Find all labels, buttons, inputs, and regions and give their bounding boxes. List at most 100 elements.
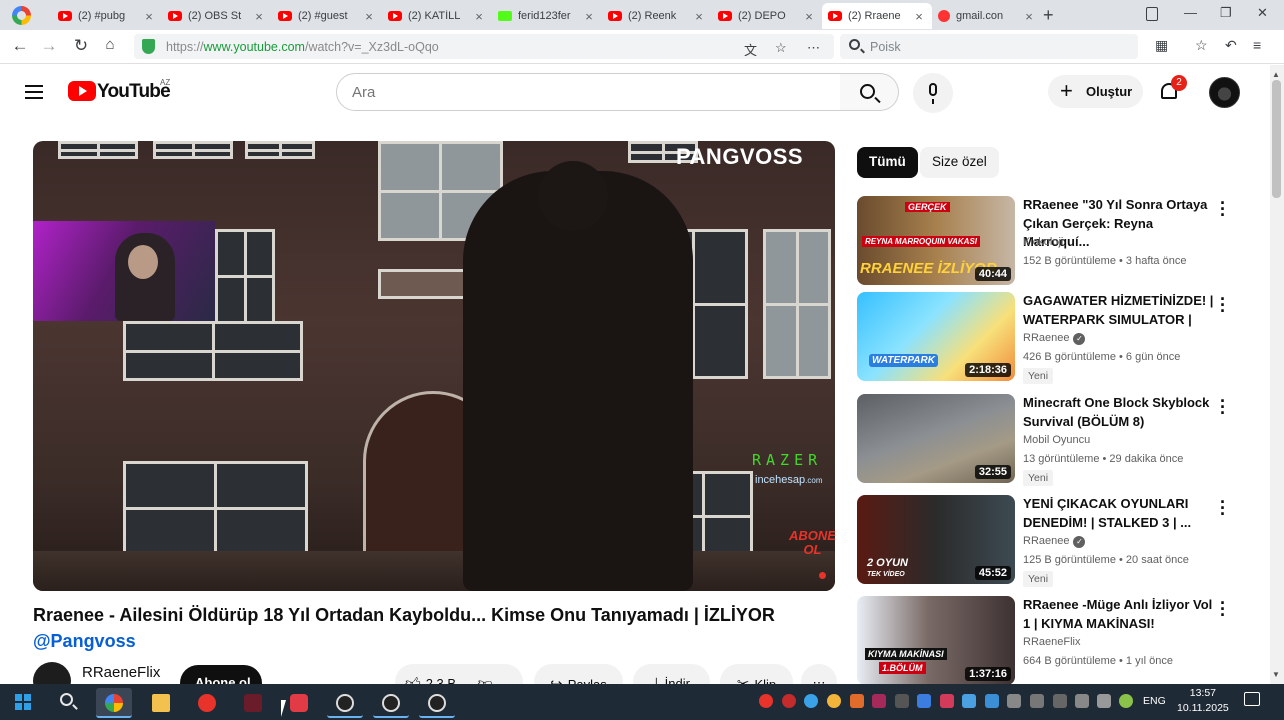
recommendation-title[interactable]: YENİ ÇIKACAK OYUNLARI DENEDİM! | STALKED… — [1023, 495, 1215, 532]
youtube-logo-icon[interactable] — [68, 81, 96, 101]
recommendation-title[interactable]: Minecraft One Block Skyblock Survival (B… — [1023, 394, 1215, 431]
more-vertical-icon[interactable]: · · · — [1220, 594, 1226, 624]
tab-list-icon[interactable] — [1146, 7, 1158, 21]
scrollbar-thumb[interactable] — [1272, 80, 1281, 198]
notification-center-icon[interactable] — [1244, 692, 1260, 706]
tray-app-icon[interactable] — [1030, 694, 1044, 708]
recommendation-channel[interactable]: Mobil Oyuncu — [1023, 434, 1090, 446]
recommendation-channel[interactable]: RRaenee ✓ — [1023, 535, 1086, 548]
forward-arrow-icon[interactable]: → — [38, 36, 60, 56]
taskbar-yandex-app[interactable] — [189, 688, 225, 718]
more-vertical-icon[interactable]: · · · — [1220, 493, 1226, 523]
scroll-down-arrow-icon[interactable]: ▼ — [1272, 670, 1280, 679]
tray-app-icon[interactable] — [1119, 694, 1133, 708]
close-tab-icon[interactable]: × — [802, 9, 816, 24]
tray-app-icon[interactable] — [940, 694, 954, 708]
notifications-button[interactable]: 2 — [1159, 75, 1187, 101]
create-button[interactable]: + Oluştur — [1048, 75, 1143, 108]
tray-app-icon[interactable] — [1007, 694, 1021, 708]
video-thumbnail[interactable]: 32:55 — [857, 394, 1015, 483]
taskbar-recorder-app[interactable] — [281, 688, 317, 718]
browser-tab[interactable]: (2) DEPO × — [712, 3, 822, 29]
tray-app-icon[interactable] — [962, 694, 976, 708]
youtube-wordmark[interactable]: YouTube — [97, 81, 171, 103]
account-avatar[interactable] — [1209, 77, 1240, 108]
bookmark-star-icon[interactable]: ☆ — [775, 40, 787, 56]
tray-app-icon[interactable] — [917, 694, 931, 708]
tray-app-icon[interactable] — [782, 694, 796, 708]
close-window-button[interactable]: ✕ — [1257, 5, 1268, 21]
chip-all[interactable]: Tümü — [857, 147, 918, 178]
voice-search-button[interactable] — [913, 73, 953, 113]
scroll-up-arrow-icon[interactable]: ▲ — [1272, 70, 1280, 79]
undo-icon[interactable]: ↶ — [1225, 37, 1237, 54]
recommendation-title[interactable]: RRaenee -Müge Anlı İzliyor Vol 1 | KIYMA… — [1023, 596, 1215, 633]
back-arrow-icon[interactable]: ← — [9, 36, 31, 56]
more-vertical-icon[interactable]: · · · — [1220, 290, 1226, 320]
taskbar-obs-app[interactable] — [419, 688, 455, 718]
volume-icon[interactable] — [1075, 694, 1089, 708]
browser-tab[interactable]: (2) KATİLL × — [382, 3, 492, 29]
chip-for-you[interactable]: Size özel — [920, 147, 999, 178]
youtube-search-button[interactable] — [840, 73, 899, 111]
taskbar-file-explorer[interactable] — [143, 688, 179, 718]
recommendation-channel[interactable]: RRaeneFlix — [1023, 636, 1080, 648]
close-tab-icon[interactable]: × — [362, 9, 376, 24]
youtube-search-input[interactable]: Ara — [336, 73, 841, 111]
search-icon[interactable] — [60, 693, 73, 706]
translate-icon[interactable]: 文 — [744, 40, 757, 59]
video-player[interactable]: PANGVOSS RAZER incehesap.com ABONE OL — [33, 141, 835, 591]
more-vertical-icon[interactable]: · · · — [1220, 194, 1226, 224]
video-thumbnail[interactable]: GERÇEK REYNA MARROQUIN VAKASI RRAENEE İZ… — [857, 196, 1015, 285]
browser-tab-active[interactable]: (2) Rraene × — [822, 3, 932, 29]
recommendation-item[interactable]: KIYMA MAKİNASI 1.BÖLÜM 1:37:16 RRaenee -… — [857, 594, 1257, 688]
video-thumbnail[interactable]: WATERPARK 2:18:36 — [857, 292, 1015, 381]
tray-app-icon[interactable] — [985, 694, 999, 708]
guide-menu-icon[interactable] — [25, 85, 43, 99]
browser-search-field[interactable]: Poisk — [840, 34, 1138, 59]
taskbar-media-app[interactable] — [235, 688, 271, 718]
browser-logo-icon[interactable] — [12, 6, 31, 25]
browser-tab[interactable]: gmail.con × — [932, 3, 1042, 29]
close-tab-icon[interactable]: × — [912, 9, 926, 24]
tray-app-icon[interactable] — [804, 694, 818, 708]
battery-icon[interactable] — [1097, 694, 1111, 708]
browser-tab[interactable]: ferid123fer × — [492, 3, 602, 29]
restore-button[interactable]: ❐ — [1220, 5, 1232, 21]
browser-tab[interactable]: (2) Reenk × — [602, 3, 712, 29]
recommendation-item[interactable]: GERÇEK REYNA MARROQUIN VAKASI RRAENEE İZ… — [857, 194, 1257, 288]
taskbar-browser-app[interactable] — [96, 688, 132, 718]
taskbar-clock[interactable]: 13:57 10.11.2025 — [1177, 686, 1229, 716]
browser-tab[interactable]: (2) OBS St × — [162, 3, 272, 29]
close-tab-icon[interactable]: × — [1022, 9, 1036, 24]
close-tab-icon[interactable]: × — [142, 9, 156, 24]
more-dots-icon[interactable]: ⋯ — [807, 40, 820, 56]
video-thumbnail[interactable]: KIYMA MAKİNASI 1.BÖLÜM 1:37:16 — [857, 596, 1015, 685]
apps-grid-icon[interactable]: ▦ — [1155, 37, 1168, 54]
home-icon[interactable]: ⌂ — [99, 36, 121, 53]
recommendation-title[interactable]: GAGAWATER HİZMETİNİZDE! | WATERPARK SIMU… — [1023, 292, 1215, 329]
wifi-icon[interactable] — [1053, 694, 1067, 708]
browser-menu-icon[interactable]: ≡ — [1253, 37, 1261, 53]
recommendation-item[interactable]: 32:55 Minecraft One Block Skyblock Survi… — [857, 392, 1257, 486]
browser-tab[interactable]: (2) #pubg × — [52, 3, 162, 29]
tray-app-icon[interactable] — [827, 694, 841, 708]
taskbar-obs-app[interactable] — [327, 688, 363, 718]
url-text[interactable]: https://www.youtube.com/watch?v=_Xz3dL-o… — [166, 40, 439, 54]
recommendation-channel[interactable]: RRaenee ✓ — [1023, 332, 1086, 345]
close-tab-icon[interactable]: × — [472, 9, 486, 24]
tray-app-icon[interactable] — [872, 694, 886, 708]
address-bar[interactable]: https://www.youtube.com/watch?v=_Xz3dL-o… — [134, 34, 834, 59]
close-tab-icon[interactable]: × — [252, 9, 266, 24]
channel-name[interactable]: RRaeneFlix — [82, 664, 160, 681]
video-thumbnail[interactable]: 2 OYUN TEK VİDEO 45:52 — [857, 495, 1015, 584]
recommendation-item[interactable]: 2 OYUN TEK VİDEO 45:52 YENİ ÇIKACAK OYUN… — [857, 493, 1257, 587]
minimize-button[interactable]: — — [1184, 5, 1197, 20]
recommendation-item[interactable]: WATERPARK 2:18:36 GAGAWATER HİZMETİNİZDE… — [857, 290, 1257, 384]
browser-tab[interactable]: (2) #guest × — [272, 3, 382, 29]
taskbar-obs-app[interactable] — [373, 688, 409, 718]
channel-handle-link[interactable]: @Pangvoss — [33, 631, 136, 652]
favorites-icon[interactable]: ☆ — [1195, 37, 1208, 54]
reload-icon[interactable]: ↻ — [70, 36, 92, 56]
input-language[interactable]: ENG — [1143, 695, 1166, 707]
